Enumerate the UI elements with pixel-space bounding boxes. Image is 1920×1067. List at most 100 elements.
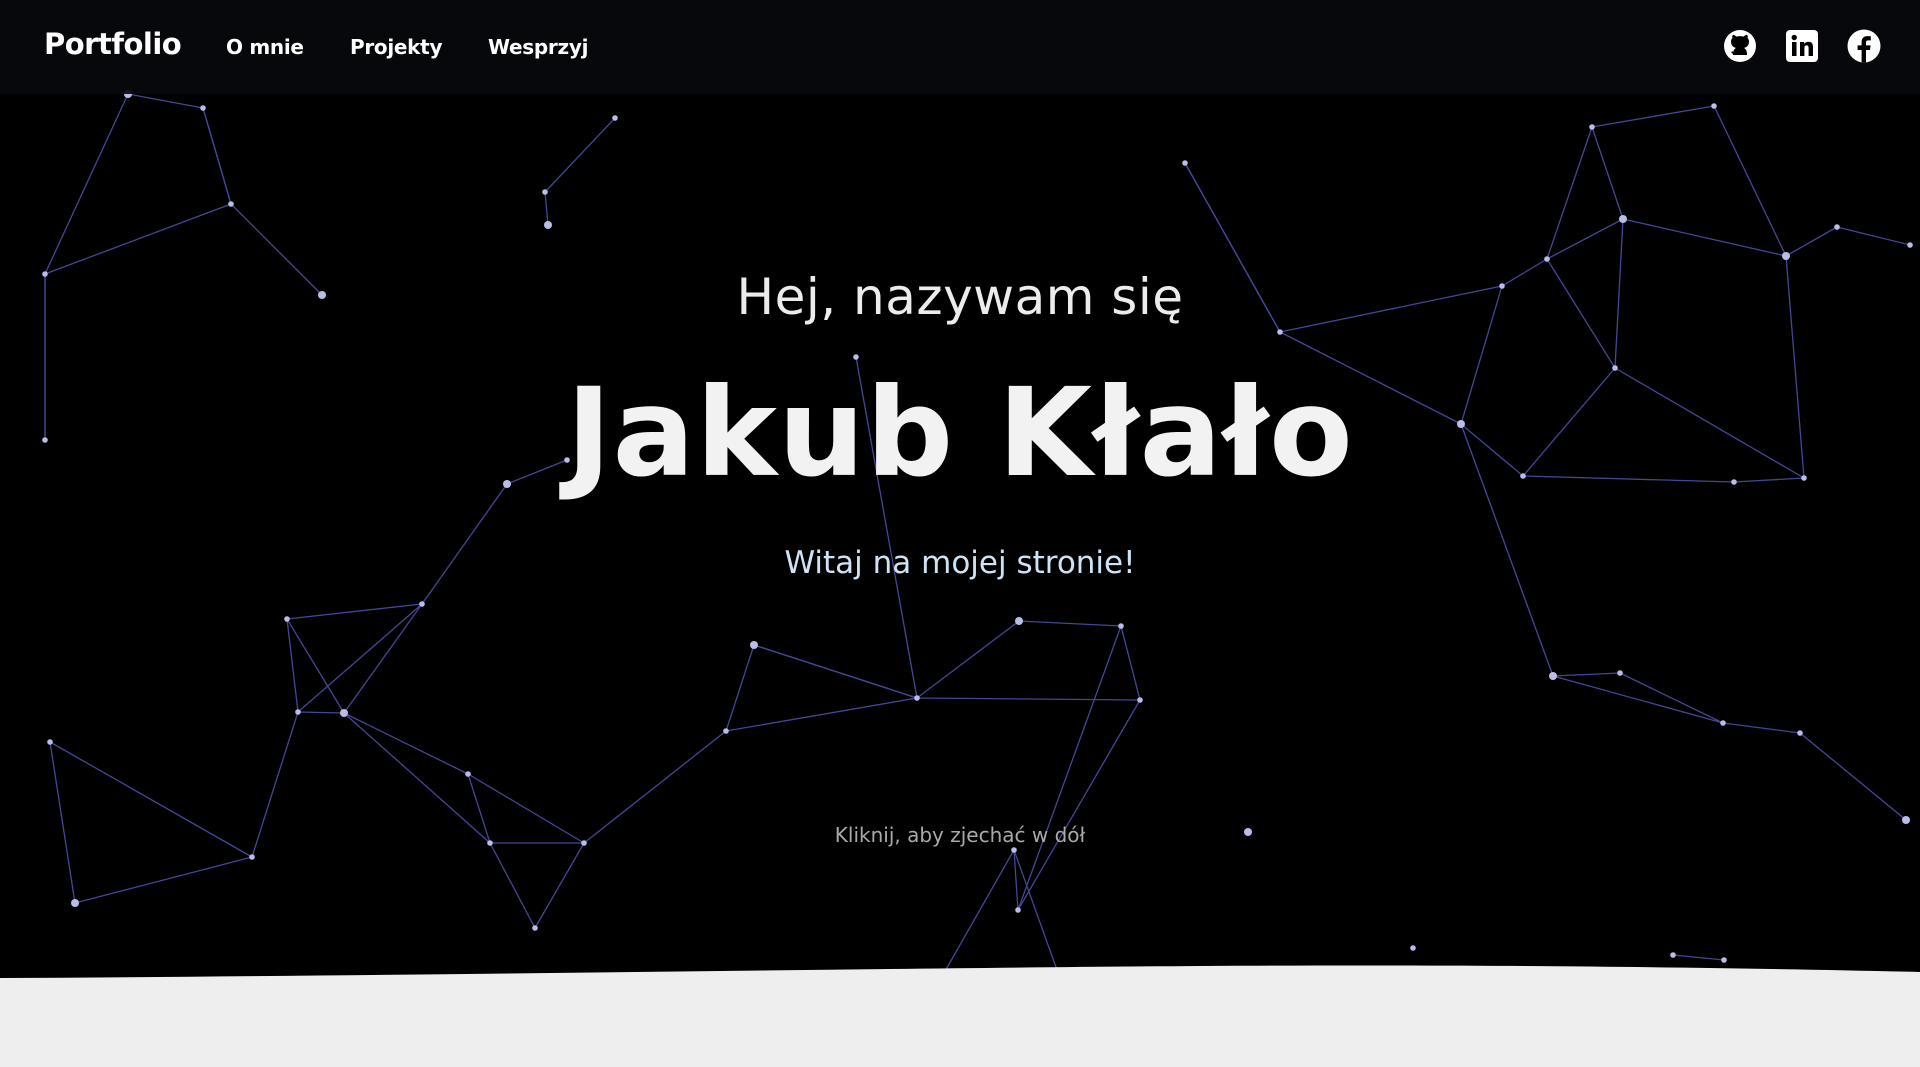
network-line bbox=[1785, 255, 1805, 479]
network-line bbox=[753, 644, 918, 699]
network-node bbox=[723, 728, 729, 734]
network-node bbox=[1782, 252, 1790, 260]
network-line bbox=[1120, 625, 1141, 701]
network-node bbox=[42, 271, 48, 277]
network-line bbox=[297, 603, 423, 713]
network-line bbox=[489, 842, 536, 929]
network-node bbox=[1410, 945, 1416, 951]
network-line bbox=[1522, 367, 1616, 477]
network-node bbox=[503, 480, 511, 488]
network-node bbox=[1797, 730, 1803, 736]
top-navbar: Portfolio O mnie Projekty Wesprzyj bbox=[0, 0, 1920, 94]
network-line bbox=[127, 93, 204, 109]
network-line bbox=[286, 618, 299, 713]
linkedin-icon[interactable] bbox=[1784, 28, 1820, 64]
network-node bbox=[200, 105, 206, 111]
network-node bbox=[1711, 103, 1717, 109]
network-node bbox=[1277, 329, 1283, 335]
network-line bbox=[286, 603, 423, 620]
network-node bbox=[1589, 124, 1595, 130]
network-line bbox=[544, 191, 549, 226]
network-node bbox=[1720, 720, 1726, 726]
network-line bbox=[421, 483, 508, 605]
network-node bbox=[318, 291, 326, 299]
network-line bbox=[1614, 218, 1624, 369]
network-line bbox=[230, 203, 323, 296]
network-node bbox=[853, 354, 859, 360]
network-line bbox=[297, 711, 345, 714]
network-line bbox=[506, 459, 568, 485]
network-line bbox=[725, 697, 918, 732]
network-line bbox=[1017, 625, 1122, 911]
particle-network-background bbox=[42, 90, 1913, 1003]
network-node bbox=[564, 457, 570, 463]
network-node bbox=[71, 899, 79, 907]
network-node bbox=[750, 641, 758, 649]
network-line bbox=[1460, 285, 1503, 425]
network-line bbox=[1501, 258, 1548, 287]
network-line bbox=[916, 697, 1141, 701]
network-line bbox=[544, 117, 616, 193]
network-node bbox=[1011, 847, 1017, 853]
github-icon[interactable] bbox=[1722, 28, 1758, 64]
network-line bbox=[1619, 672, 1724, 724]
network-node bbox=[544, 221, 552, 229]
network-line bbox=[725, 644, 755, 732]
network-node bbox=[1544, 256, 1550, 262]
network-node bbox=[1118, 623, 1124, 629]
network-node bbox=[1015, 617, 1023, 625]
facebook-icon[interactable] bbox=[1846, 28, 1882, 64]
network-node bbox=[465, 771, 471, 777]
network-line bbox=[1836, 226, 1911, 246]
network-line bbox=[1552, 672, 1621, 677]
network-line bbox=[343, 603, 423, 714]
network-line bbox=[1017, 699, 1141, 911]
network-node bbox=[1015, 907, 1021, 913]
network-line bbox=[202, 107, 232, 205]
network-node bbox=[1670, 952, 1676, 958]
network-line bbox=[1279, 285, 1503, 333]
network-line bbox=[1018, 620, 1122, 627]
network-node bbox=[1182, 160, 1188, 166]
network-line bbox=[1552, 675, 1724, 724]
network-line bbox=[1522, 475, 1735, 483]
network-node bbox=[228, 201, 234, 207]
network-node bbox=[284, 616, 290, 622]
network-node bbox=[295, 709, 301, 715]
network-node bbox=[1137, 697, 1143, 703]
brand-logo-link[interactable]: Portfolio bbox=[44, 27, 182, 61]
page: Portfolio O mnie Projekty Wesprzyj Hej, … bbox=[0, 0, 1920, 1067]
network-node bbox=[532, 925, 538, 931]
network-node bbox=[1457, 420, 1465, 428]
nav-link-projects[interactable]: Projekty bbox=[350, 35, 442, 59]
network-line bbox=[1799, 732, 1907, 821]
network-node bbox=[340, 709, 348, 717]
network-node bbox=[1619, 215, 1627, 223]
network-node bbox=[914, 695, 920, 701]
network-node bbox=[1731, 479, 1737, 485]
network-node bbox=[1499, 283, 1505, 289]
network-node bbox=[42, 437, 48, 443]
network-node bbox=[1520, 473, 1526, 479]
network-line bbox=[1546, 258, 1616, 369]
network-line bbox=[534, 842, 585, 929]
network-line bbox=[1722, 722, 1801, 734]
network-node bbox=[1834, 224, 1840, 230]
network-node bbox=[1617, 670, 1623, 676]
network-line bbox=[343, 712, 469, 775]
network-node bbox=[1801, 475, 1807, 481]
network-line bbox=[74, 856, 253, 904]
nav-link-support[interactable]: Wesprzyj bbox=[488, 35, 588, 59]
network-node bbox=[419, 601, 425, 607]
network-node bbox=[1549, 672, 1557, 680]
network-line bbox=[1614, 367, 1805, 479]
network-node bbox=[1907, 242, 1913, 248]
network-line bbox=[1785, 226, 1838, 257]
network-node bbox=[249, 854, 255, 860]
section-divider-wave bbox=[0, 965, 1920, 1067]
scroll-down-hint[interactable]: Kliknij, aby zjechać w dół bbox=[0, 823, 1920, 847]
network-line bbox=[286, 618, 345, 714]
network-line bbox=[1591, 126, 1624, 220]
network-line bbox=[916, 620, 1020, 699]
nav-link-about[interactable]: O mnie bbox=[226, 35, 304, 59]
